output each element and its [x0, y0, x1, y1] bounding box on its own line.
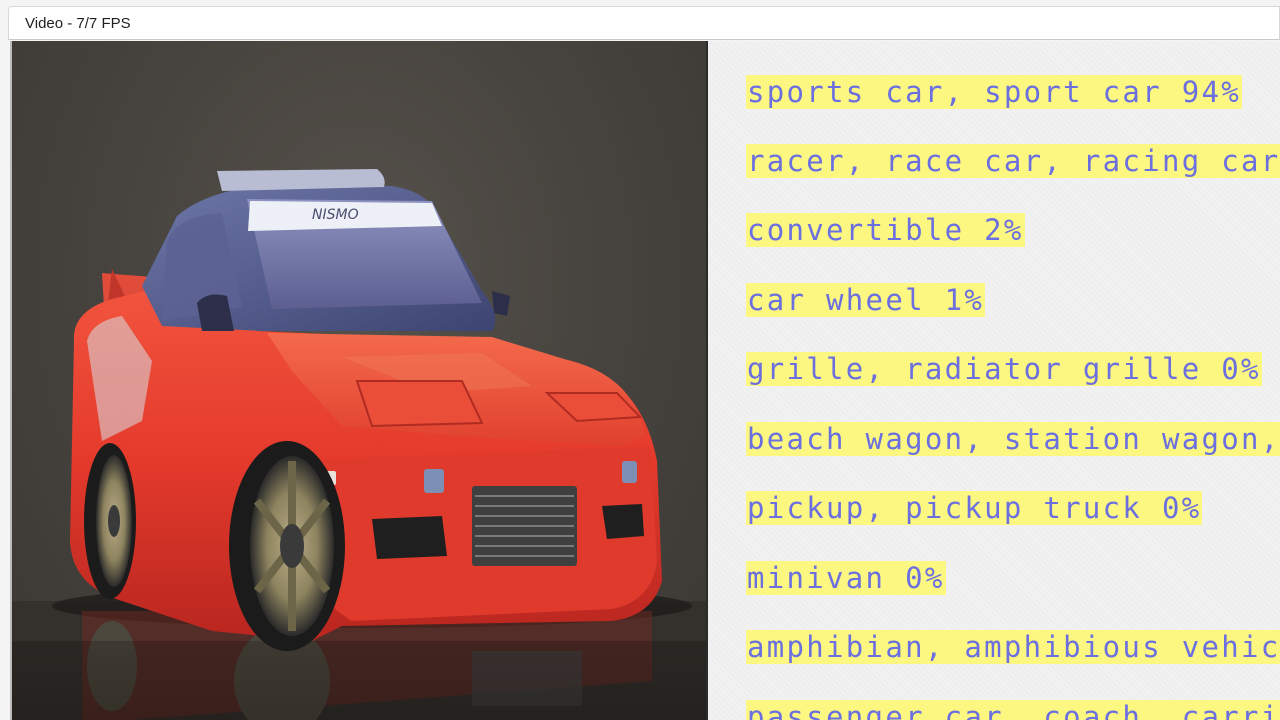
- prediction-item: convertible 2%: [746, 213, 1025, 247]
- prediction-item: car wheel 1%: [746, 283, 986, 317]
- prediction-item: minivan 0%: [746, 561, 946, 595]
- video-window: Video - 7/7 FPS NISMO sports car, sport …: [0, 0, 1280, 720]
- prediction-item: grille, radiator grille 0%: [746, 352, 1262, 386]
- prediction-item: pickup, pickup truck 0%: [746, 491, 1203, 525]
- video-frame: NISMO: [12, 41, 708, 720]
- car-image: NISMO: [12, 169, 706, 720]
- prediction-item: sports car, sport car 94%: [746, 75, 1242, 109]
- prediction-item: beach wagon, station wagon, wagon 0%: [746, 422, 1280, 456]
- window-titlebar[interactable]: Video - 7/7 FPS: [8, 6, 1280, 40]
- window-content: NISMO sports car, sport car 94% racer, r…: [10, 41, 1280, 720]
- prediction-item: racer, race car, racing car 0%: [746, 144, 1280, 178]
- prediction-item: amphibian, amphibious vehicle 0%: [746, 630, 1280, 664]
- prediction-list: sports car, sport car 94% racer, race ca…: [708, 41, 1280, 720]
- svg-text:NISMO: NISMO: [312, 207, 359, 223]
- prediction-item: passenger car, coach, carriage 0%: [746, 700, 1280, 720]
- window-title: Video - 7/7 FPS: [25, 15, 131, 32]
